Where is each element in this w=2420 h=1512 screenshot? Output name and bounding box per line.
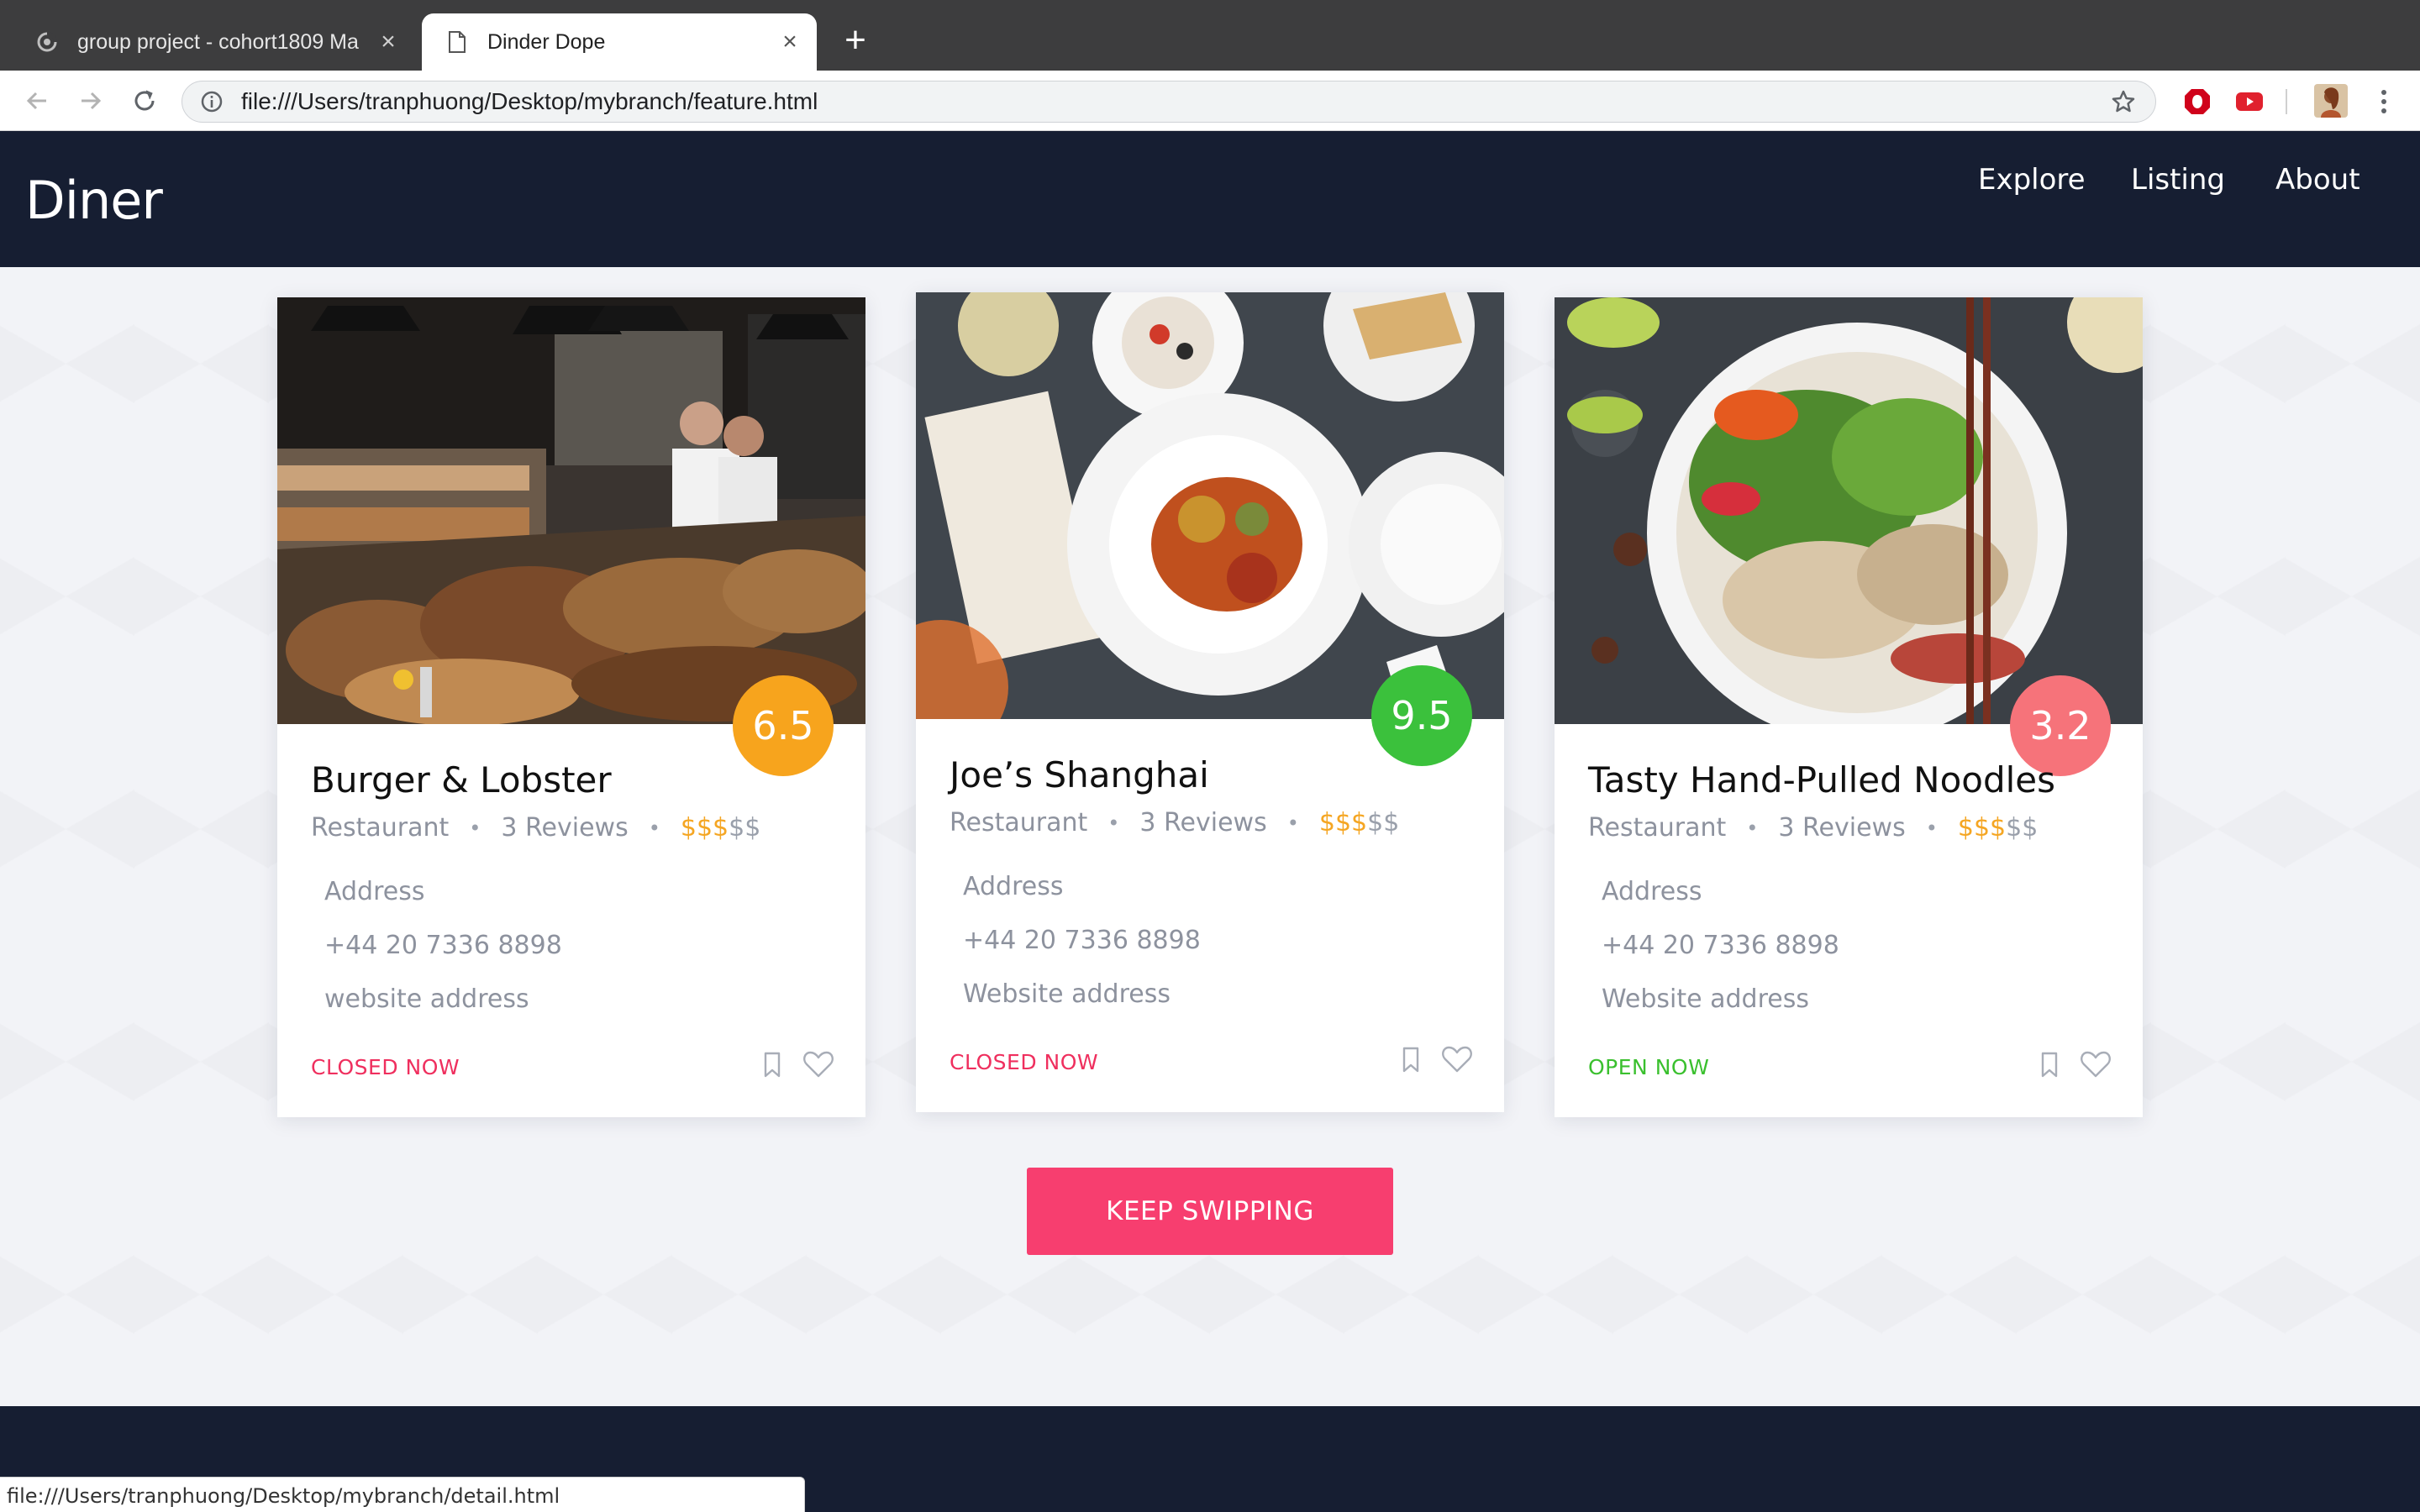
bookmark-icon[interactable] [760,1050,785,1080]
rating-score-badge: 6.5 [733,675,834,776]
restaurant-meta: Restaurant • 3 Reviews • $$$ $$ [1588,813,2038,843]
page-viewport: Diner Explore Listing About 6.5 Burger &… [0,131,2420,1512]
category-label: Restaurant [950,808,1088,837]
bookmark-star-icon[interactable] [2107,85,2140,118]
close-icon[interactable]: × [773,25,807,59]
open-status: CLOSED NOW [311,1055,460,1079]
restaurant-card[interactable]: 9.5 Joe’s Shanghai Restaurant • 3 Review… [916,292,1504,1112]
heart-icon[interactable] [1440,1043,1474,1075]
tab-title: group project - cohort1809 Ma [77,29,359,54]
price-level-active: $$$ [1957,813,2007,843]
profile-avatar[interactable] [2314,84,2348,118]
restaurant-card[interactable]: 6.5 Burger & Lobster Restaurant • 3 Revi… [277,297,865,1117]
keep-swiping-button[interactable]: KEEP SWIPPING [1027,1168,1393,1255]
website-link[interactable]: website address [324,984,529,1014]
browser-toolbar: file:///Users/tranphuong/Desktop/mybranc… [0,71,2420,131]
url-text[interactable]: file:///Users/tranphuong/Desktop/mybranc… [241,88,2107,115]
nav-about[interactable]: About [2275,163,2360,197]
category-label: Restaurant [311,813,450,843]
separator-dot: • [1925,816,1938,840]
address-text: Address [324,877,425,906]
toolbar-separator [2286,89,2287,114]
reviews-count[interactable]: 3 Reviews [501,813,628,843]
open-status: CLOSED NOW [950,1050,1099,1074]
kebab-menu-icon[interactable] [2368,86,2400,118]
separator-dot: • [648,816,660,840]
address-text: Address [1602,877,1702,906]
price-level-active: $$$ [1318,808,1368,837]
browser-tab-group-project[interactable]: group project - cohort1809 Ma × [12,13,415,71]
phone-text[interactable]: +44 20 7336 8898 [1602,931,1839,960]
separator-dot: • [1107,811,1120,835]
heart-icon[interactable] [802,1048,835,1080]
open-status: OPEN NOW [1588,1055,1710,1079]
website-link[interactable]: Website address [1602,984,1809,1014]
loading-spinner-icon [35,30,59,54]
document-icon [445,30,469,54]
back-arrow-icon[interactable] [18,82,55,119]
close-icon[interactable]: × [371,25,405,59]
ad-blocker-extension-icon[interactable] [2181,86,2213,118]
nav-listing[interactable]: Listing [2131,163,2225,197]
price-level-inactive: $$ [2006,813,2039,843]
restaurant-meta: Restaurant • 3 Reviews • $$$ $$ [950,808,1399,837]
price-level-active: $$$ [680,813,729,843]
restaurant-card[interactable]: 3.2 Tasty Hand-Pulled Noodles Restaurant… [1555,297,2143,1117]
phone-text[interactable]: +44 20 7336 8898 [963,926,1201,955]
nav-explore[interactable]: Explore [1978,163,2086,197]
price-level-inactive: $$ [729,813,761,843]
browser-tab-strip: group project - cohort1809 Ma × Dinder D… [0,0,2420,71]
forward-arrow-icon[interactable] [72,82,109,119]
reviews-count[interactable]: 3 Reviews [1778,813,1905,843]
video-extension-icon[interactable] [2233,86,2265,118]
restaurant-name[interactable]: Burger & Lobster [311,759,612,801]
price-level-inactive: $$ [1367,808,1400,837]
bookmark-icon[interactable] [1398,1045,1423,1075]
restaurant-name[interactable]: Joe’s Shanghai [950,754,1209,795]
dinner-table-photo[interactable] [916,292,1504,719]
website-link[interactable]: Website address [963,979,1171,1009]
heart-icon[interactable] [2079,1048,2112,1080]
separator-dot: • [1746,816,1759,840]
bakery-photo[interactable] [277,297,865,724]
site-header: Diner Explore Listing About [0,131,2420,267]
brand-logo[interactable]: Diner [25,170,163,231]
separator-dot: • [1286,811,1299,835]
tab-title: Dinder Dope [487,29,606,54]
category-label: Restaurant [1588,813,1727,843]
restaurant-name[interactable]: Tasty Hand-Pulled Noodles [1588,759,2055,801]
link-status-bubble: file:///Users/tranphuong/Desktop/mybranc… [0,1477,805,1512]
restaurant-meta: Restaurant • 3 Reviews • $$$ $$ [311,813,760,843]
info-icon[interactable] [199,89,224,114]
new-tab-button[interactable]: + [835,22,876,62]
reviews-count[interactable]: 3 Reviews [1139,808,1266,837]
browser-tab-dinder-dope[interactable]: Dinder Dope × [422,13,817,71]
phone-text[interactable]: +44 20 7336 8898 [324,931,562,960]
address-bar[interactable]: file:///Users/tranphuong/Desktop/mybranc… [182,81,2156,123]
bookmark-icon[interactable] [2037,1050,2062,1080]
rating-score-badge: 9.5 [1371,665,1472,766]
reload-icon[interactable] [126,82,163,119]
noodle-bowl-photo[interactable] [1555,297,2143,724]
address-text: Address [963,872,1064,901]
separator-dot: • [469,816,481,840]
